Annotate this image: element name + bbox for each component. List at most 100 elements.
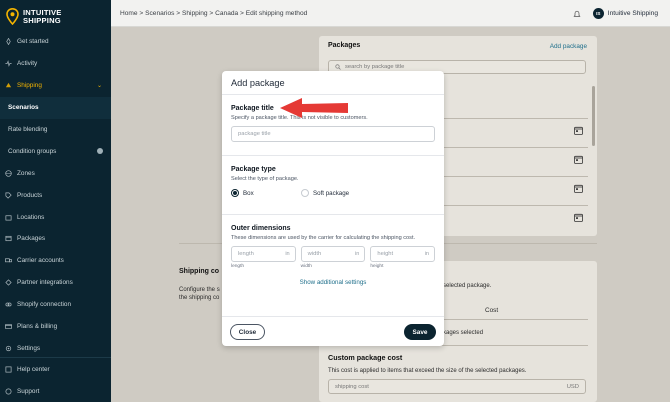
sidebar-item-label: Activity (17, 60, 38, 68)
sidebar-item-zones[interactable]: Zones (0, 162, 111, 184)
sidebar-item-label: Products (17, 191, 43, 199)
sidebar-item-packages[interactable]: Packages (0, 228, 111, 250)
sidebar-item-locations[interactable]: Locations (0, 206, 111, 228)
sidebar-item-help-center[interactable]: Help center (0, 358, 111, 380)
radio-soft-package[interactable]: Soft package (301, 189, 350, 198)
custom-package-cost-desc: This cost is applied to items that excee… (328, 368, 527, 374)
width-field: width in width (300, 246, 366, 270)
width-caption: width (300, 264, 312, 270)
outer-dimensions-desc: These dimensions are used by the carrier… (231, 235, 416, 241)
selected-package-text: selected package. (443, 283, 492, 289)
close-button[interactable]: Close (230, 324, 265, 340)
shipping-icon (5, 83, 12, 88)
width-input[interactable]: width in (300, 246, 366, 263)
sidebar-item-partner-integrations[interactable]: Partner integrations (0, 272, 111, 294)
modal-header: Add package (222, 71, 444, 95)
sidebar-item-carrier-accounts[interactable]: Carrier accounts (0, 250, 111, 272)
sidebar-item-rate-blending[interactable]: Rate blending (0, 119, 111, 141)
box-icon (5, 236, 12, 242)
cost-column-header: Cost (485, 307, 499, 314)
scrollbar[interactable] (592, 86, 595, 146)
top-bar: Home > Scenarios > Shipping > Canada > E… (111, 0, 670, 27)
length-field: length in length (231, 246, 296, 269)
calendar-icon[interactable] (574, 155, 583, 164)
sidebar-item-condition-groups[interactable]: Condition groups (0, 140, 111, 162)
sidebar-item-label: Settings (17, 344, 41, 352)
sidebar-item-scenarios[interactable]: Scenarios (0, 96, 111, 119)
package-title-placeholder: package title (238, 131, 271, 138)
sidebar-item-label: Locations (17, 213, 45, 221)
calendar-icon[interactable] (574, 184, 583, 193)
radio-label-soft-package: Soft package (313, 189, 350, 197)
gear-icon (5, 345, 12, 352)
packages-title: Packages (328, 42, 361, 49)
show-additional-settings-link[interactable]: Show additional settings (231, 279, 435, 286)
sidebar-item-label: Shopify connection (17, 301, 72, 309)
sidebar-item-shopify-connection[interactable]: Shopify connection (0, 294, 111, 316)
link-icon (5, 302, 12, 307)
modal-title: Add package (231, 77, 285, 88)
length-placeholder: length (238, 251, 254, 258)
radio-selected-icon (231, 189, 239, 198)
sidebar-item-get-started[interactable]: Get started (0, 31, 111, 53)
sidebar-nav: Get started Activity Shipping ⌄ Scenario… (0, 31, 111, 359)
sidebar-item-activity[interactable]: Activity (0, 53, 111, 75)
add-package-link[interactable]: Add package (550, 43, 587, 50)
brand-name: INTUITIVE SHIPPING (23, 8, 62, 25)
chevron-down-icon: ⌄ (96, 83, 102, 90)
sidebar-item-label: Help center (17, 365, 50, 373)
length-unit: in (285, 251, 290, 258)
width-unit: in (354, 251, 360, 258)
currency-label: USD (566, 383, 579, 390)
shipping-cost-desc-1: Configure the s (179, 287, 220, 293)
building-icon (5, 214, 12, 221)
shipping-cost-title: Shipping co (179, 268, 220, 275)
sidebar-item-label: Plans & billing (17, 323, 58, 331)
save-button[interactable]: Save (404, 324, 436, 340)
sidebar-item-label: Carrier accounts (17, 257, 64, 265)
radio-unselected-icon (301, 189, 309, 198)
packages-selected-text: kages selected (443, 330, 484, 336)
calendar-icon[interactable] (574, 213, 583, 222)
avatar[interactable]: IS (592, 8, 604, 19)
length-input[interactable]: length in (231, 246, 296, 263)
sidebar-item-settings[interactable]: Settings (0, 337, 111, 359)
package-type-heading: Package type (231, 166, 276, 173)
shipping-cost-input[interactable]: shipping cost USD (328, 379, 586, 394)
activity-icon (5, 60, 12, 68)
support-icon (5, 388, 12, 395)
radio-box[interactable]: Box (231, 189, 301, 198)
sidebar-item-shipping[interactable]: Shipping ⌄ (0, 75, 111, 97)
sidebar-item-label: Partner integrations (17, 279, 73, 287)
height-field: height in height (370, 246, 436, 269)
search-icon (335, 64, 341, 70)
info-icon (97, 148, 103, 155)
sidebar-item-label: Condition groups (8, 147, 57, 155)
user-name[interactable]: Intuitive Shipping (608, 10, 658, 17)
sidebar-item-products[interactable]: Products (0, 184, 111, 206)
shipping-cost-placeholder: shipping cost (335, 383, 369, 390)
outer-dimensions-section: Outer dimensions These dimensions are us… (222, 215, 444, 314)
package-title-input[interactable]: package title (231, 126, 435, 143)
breadcrumb[interactable]: Home > Scenarios > Shipping > Canada > E… (120, 10, 307, 17)
calendar-icon[interactable] (574, 126, 583, 135)
rocket-icon (6, 38, 11, 46)
sidebar-item-label: Shipping (17, 82, 42, 90)
sidebar-item-plans-billing[interactable]: Plans & billing (0, 316, 111, 338)
brand-line-2: SHIPPING (23, 15, 61, 25)
package-type-options: Box Soft package (231, 189, 435, 198)
app-logo[interactable]: INTUITIVE SHIPPING (0, 0, 111, 27)
height-input[interactable]: height in (370, 246, 436, 263)
custom-package-cost-title: Custom package cost (328, 353, 403, 362)
height-unit: in (424, 251, 430, 258)
card-icon (5, 323, 12, 330)
user-area: IS Intuitive Shipping (573, 0, 658, 27)
sidebar-footer: Help center Support (0, 357, 111, 402)
sidebar-item-label: Rate blending (8, 126, 48, 133)
sidebar-item-label: Packages (17, 235, 46, 243)
bell-icon[interactable] (573, 10, 581, 18)
sidebar-item-support[interactable]: Support (0, 380, 111, 402)
shipping-cost-desc-2: the shipping co (179, 295, 220, 301)
sidebar-item-label: Scenarios (8, 104, 39, 112)
breadcrumb-text: Home > Scenarios > Shipping > Canada > E… (120, 9, 308, 17)
